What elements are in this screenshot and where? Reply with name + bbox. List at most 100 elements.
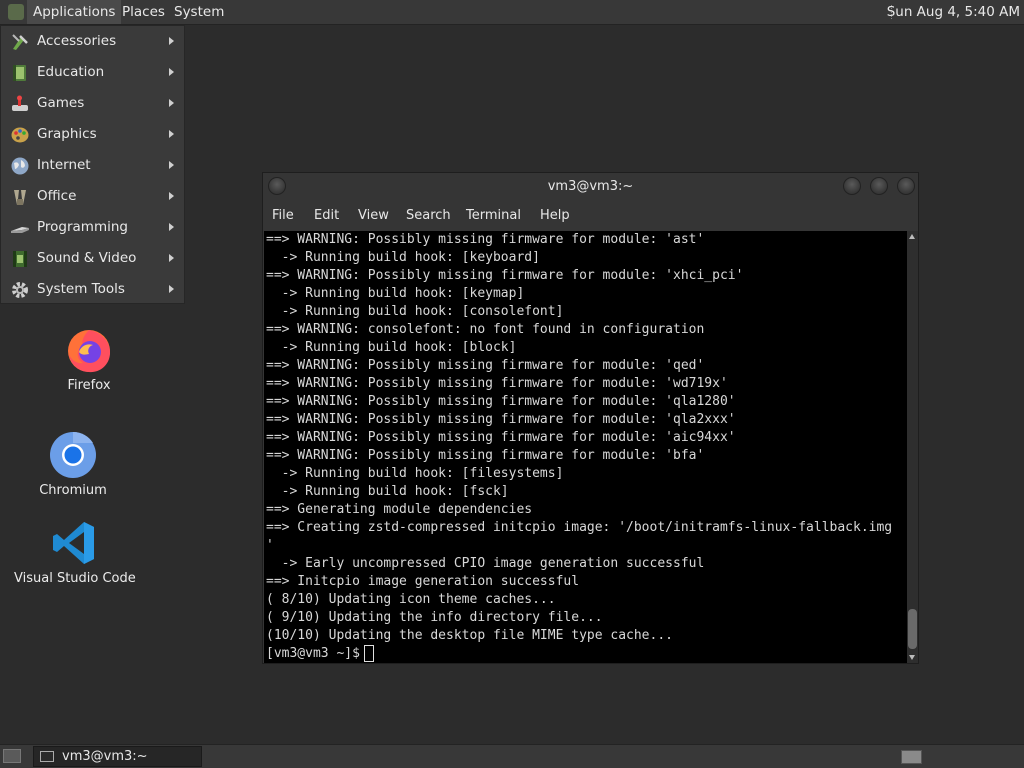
minimize-icon[interactable] bbox=[843, 177, 861, 195]
menu-item-accessories[interactable]: Accessories bbox=[1, 26, 185, 57]
terminal-line: ==> WARNING: Possibly missing firmware f… bbox=[266, 412, 736, 427]
workspace-switcher[interactable] bbox=[901, 750, 922, 764]
desktop-icon-label: Visual Studio Code bbox=[14, 571, 136, 586]
terminal-line: -> Running build hook: [keymap] bbox=[266, 286, 525, 301]
chromium-icon bbox=[50, 431, 96, 478]
terminal-scrollbar[interactable] bbox=[907, 231, 918, 663]
menu-item-label: Games bbox=[37, 95, 85, 111]
terminal-line: ==> Generating module dependencies bbox=[266, 502, 533, 517]
desktop-icon-label: Chromium bbox=[39, 483, 107, 498]
menu-item-label: System Tools bbox=[37, 281, 125, 297]
sound-video-icon bbox=[13, 251, 27, 267]
menu-item-label: Sound & Video bbox=[37, 250, 137, 266]
terminal-line: -> Running build hook: [keyboard] bbox=[266, 250, 540, 265]
education-icon bbox=[13, 65, 26, 81]
menu-item-office[interactable]: Office bbox=[1, 181, 185, 212]
show-desktop-icon[interactable] bbox=[3, 749, 21, 763]
terminal-line: ==> WARNING: Possibly missing firmware f… bbox=[266, 376, 728, 391]
terminal-line: ==> WARNING: Possibly missing firmware f… bbox=[266, 394, 736, 409]
internet-icon bbox=[11, 157, 29, 175]
terminal-line: ==> Creating zstd-compressed initcpio im… bbox=[266, 520, 893, 535]
terminal-line: ==> WARNING: Possibly missing firmware f… bbox=[266, 232, 705, 247]
terminal-line: ( 8/10) Updating icon theme caches... bbox=[266, 592, 556, 607]
menu-terminal[interactable]: Terminal bbox=[466, 202, 521, 230]
chevron-right-icon bbox=[169, 130, 174, 138]
menu-item-label: Graphics bbox=[37, 126, 97, 142]
chevron-right-icon bbox=[169, 37, 174, 45]
terminal-icon bbox=[40, 751, 54, 762]
chevron-right-icon bbox=[169, 254, 174, 262]
scroll-down-icon[interactable] bbox=[909, 655, 915, 660]
menu-view[interactable]: View bbox=[358, 202, 389, 230]
desktop-icon-vscode[interactable]: Visual Studio Code bbox=[14, 520, 136, 586]
bottom-panel: vm3@vm3:~ bbox=[0, 744, 1024, 768]
menu-item-label: Programming bbox=[37, 219, 128, 235]
menu-edit[interactable]: Edit bbox=[314, 202, 339, 230]
terminal-line: -> Running build hook: [consolefont] bbox=[266, 304, 564, 319]
text-cursor bbox=[363, 645, 374, 662]
accessories-icon bbox=[12, 34, 28, 50]
menu-item-system-tools[interactable]: System Tools bbox=[1, 274, 185, 305]
title-bar[interactable]: vm3@vm3:~ bbox=[263, 173, 918, 200]
terminal-line: -> Early uncompressed CPIO image generat… bbox=[266, 556, 705, 571]
top-panel: Applications Places System Sun Aug 4, 5:… bbox=[0, 0, 1024, 25]
menu-item-games[interactable]: Games bbox=[1, 88, 185, 119]
menu-applications[interactable]: Applications bbox=[27, 0, 122, 24]
chevron-right-icon bbox=[169, 68, 174, 76]
terminal-line: ==> Initcpio image generation successful bbox=[266, 574, 580, 589]
terminal-line: ( 9/10) Updating the info directory file… bbox=[266, 610, 603, 625]
maximize-icon[interactable] bbox=[870, 177, 888, 195]
desktop-icon-label: Firefox bbox=[67, 378, 111, 393]
menu-item-programming[interactable]: Programming bbox=[1, 212, 185, 243]
scroll-up-icon[interactable] bbox=[909, 234, 915, 239]
menu-item-internet[interactable]: Internet bbox=[1, 150, 185, 181]
terminal-line: -> Running build hook: [filesystems] bbox=[266, 466, 564, 481]
taskbar-button-label: vm3@vm3:~ bbox=[62, 749, 148, 764]
chevron-right-icon bbox=[169, 223, 174, 231]
terminal-line: -> Running build hook: [fsck] bbox=[266, 484, 509, 499]
menu-file[interactable]: File bbox=[272, 202, 294, 230]
menu-item-label: Internet bbox=[37, 157, 91, 173]
terminal-line: ==> WARNING: Possibly missing firmware f… bbox=[266, 358, 705, 373]
menu-item-label: Education bbox=[37, 64, 105, 80]
terminal-line: ==> WARNING: consolefont: no font found … bbox=[266, 322, 705, 337]
desktop-icon-chromium[interactable]: Chromium bbox=[33, 431, 113, 498]
terminal-line: ==> WARNING: Possibly missing firmware f… bbox=[266, 268, 744, 283]
chevron-right-icon bbox=[169, 99, 174, 107]
vscode-icon bbox=[53, 522, 94, 564]
menu-item-label: Accessories bbox=[37, 33, 117, 49]
menu-item-education[interactable]: Education bbox=[1, 57, 185, 88]
menu-places[interactable]: Places bbox=[116, 0, 171, 24]
window-title: vm3@vm3:~ bbox=[547, 179, 634, 194]
terminal-output[interactable]: ==> WARNING: Possibly missing firmware f… bbox=[264, 231, 907, 663]
terminal-line: (10/10) Updating the desktop file MIME t… bbox=[266, 628, 673, 643]
applications-menu: Accessories Education Games Graphics Int… bbox=[0, 25, 185, 304]
system-tools-icon bbox=[12, 282, 28, 298]
clock[interactable]: Sun Aug 4, 5:40 AM bbox=[887, 0, 1020, 24]
menu-search[interactable]: Search bbox=[406, 202, 451, 230]
taskbar-button-terminal[interactable]: vm3@vm3:~ bbox=[33, 746, 202, 767]
terminal-line: ==> WARNING: Possibly missing firmware f… bbox=[266, 448, 705, 463]
terminal-line: ' bbox=[266, 538, 274, 553]
chevron-right-icon bbox=[169, 285, 174, 293]
desktop-icon-firefox[interactable]: Firefox bbox=[54, 326, 124, 393]
terminal-window: vm3@vm3:~ File Edit View Search Terminal… bbox=[262, 172, 919, 664]
menu-item-sound-video[interactable]: Sound & Video bbox=[1, 243, 185, 274]
chevron-right-icon bbox=[169, 192, 174, 200]
menu-item-graphics[interactable]: Graphics bbox=[1, 119, 185, 150]
firefox-icon bbox=[68, 330, 111, 373]
graphics-icon bbox=[11, 127, 29, 143]
games-icon bbox=[12, 95, 28, 111]
chevron-right-icon bbox=[169, 161, 174, 169]
terminal-line: -> Running build hook: [block] bbox=[266, 340, 517, 355]
office-icon bbox=[14, 190, 26, 205]
programming-icon bbox=[11, 227, 29, 233]
terminal-line: ==> WARNING: Possibly missing firmware f… bbox=[266, 430, 736, 445]
menu-help[interactable]: Help bbox=[540, 202, 570, 230]
scrollbar-thumb[interactable] bbox=[908, 609, 917, 649]
terminal-menu-bar: File Edit View Search Terminal Help bbox=[263, 202, 918, 230]
applications-logo-icon[interactable] bbox=[8, 4, 24, 20]
terminal-prompt-line[interactable]: [vm3@vm3 ~]$ bbox=[264, 645, 907, 663]
close-icon[interactable] bbox=[897, 177, 915, 195]
menu-system[interactable]: System bbox=[168, 0, 230, 24]
